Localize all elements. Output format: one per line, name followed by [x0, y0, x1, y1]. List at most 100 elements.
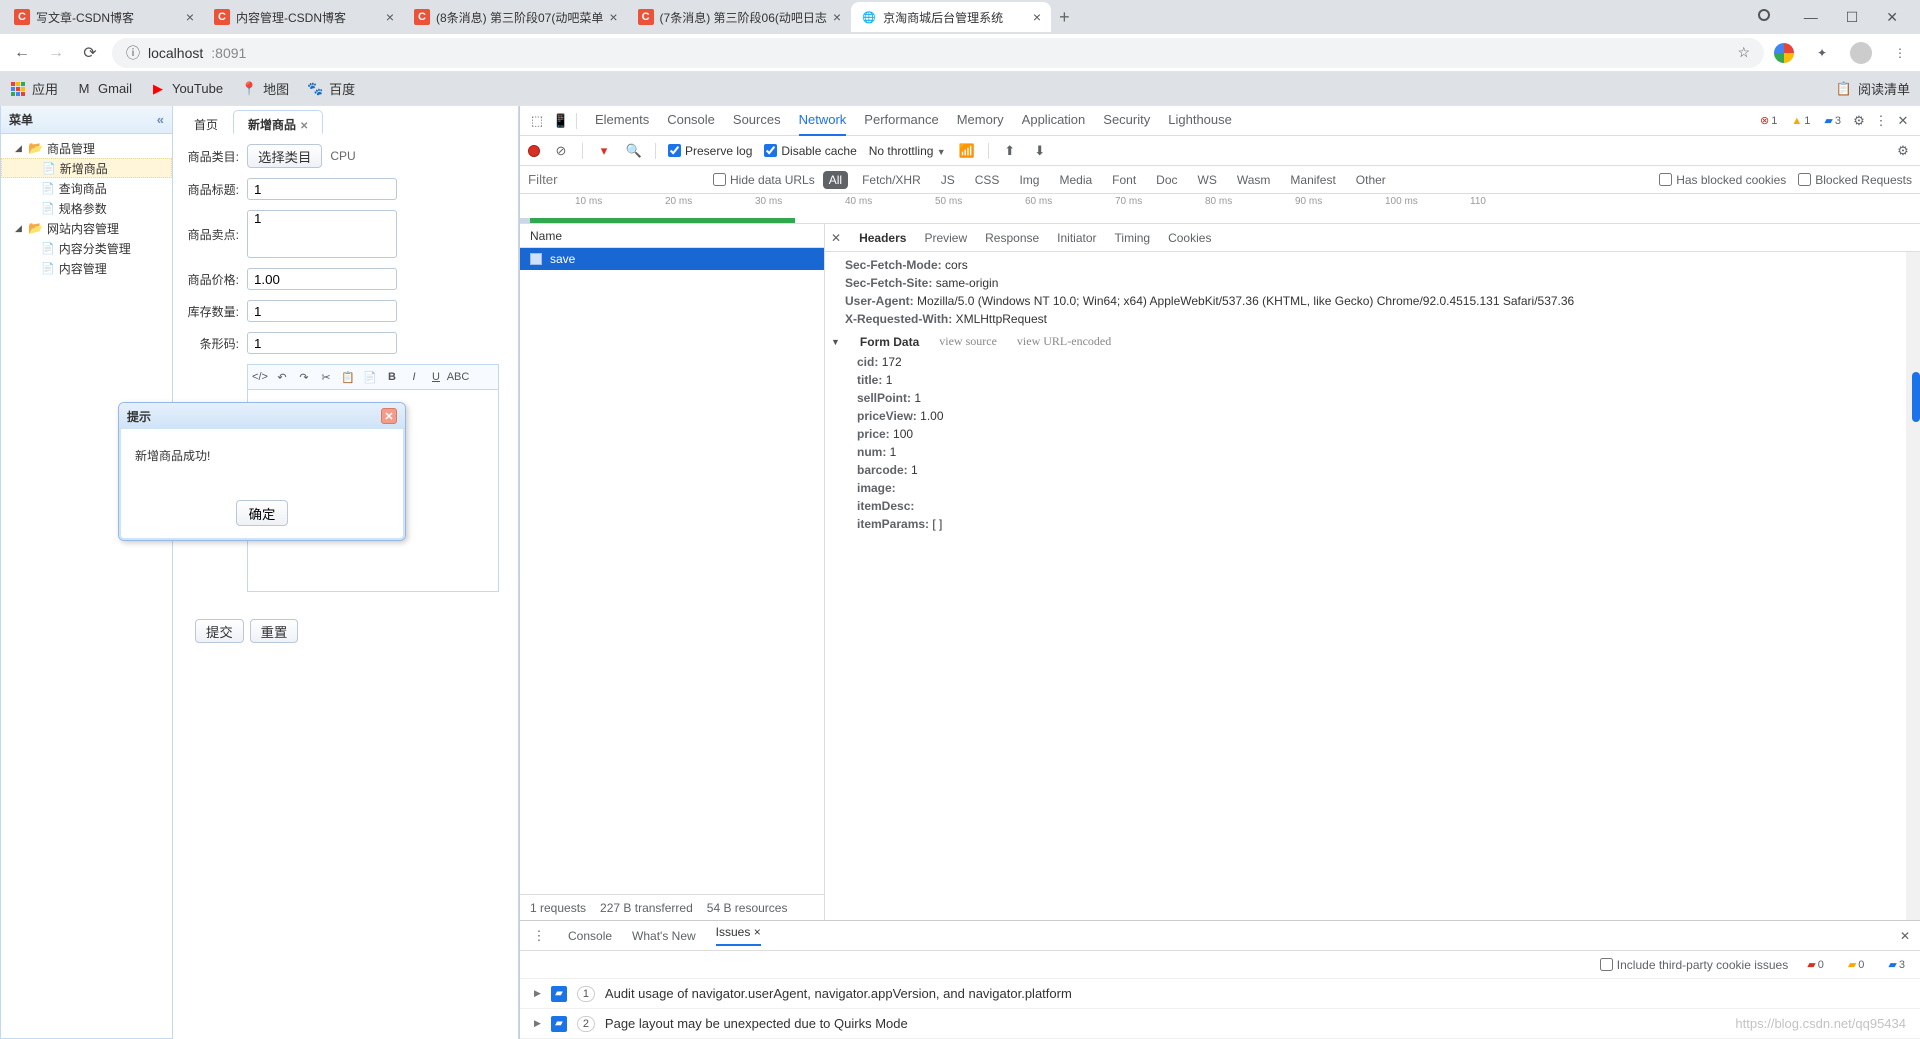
dialog-title-bar[interactable]: 提示 ✕ [119, 403, 405, 429]
bookmark-gmail[interactable]: MGmail [76, 81, 132, 97]
include-third-party-checkbox[interactable]: Include third-party cookie issues [1600, 958, 1788, 972]
browser-tab[interactable]: C(8条消息) 第三阶段07(动吧菜单× [404, 2, 628, 32]
close-icon[interactable]: × [754, 925, 761, 939]
devtools-tab-console[interactable]: Console [667, 105, 715, 136]
browser-tab-active[interactable]: 🌐京淘商城后台管理系统× [851, 2, 1051, 32]
network-settings-icon[interactable]: ⚙ [1894, 143, 1912, 159]
devtools-tab-security[interactable]: Security [1103, 105, 1150, 136]
dialog-ok-button[interactable]: 确定 [236, 500, 288, 526]
devtools-tab-sources[interactable]: Sources [733, 105, 781, 136]
detail-tab-timing[interactable]: Timing [1115, 231, 1151, 245]
tree-toggle-icon[interactable]: ◢ [15, 223, 24, 234]
sidebar-collapse-icon[interactable]: « [157, 112, 164, 127]
filter-type[interactable]: Manifest [1284, 171, 1341, 189]
preserve-log-checkbox[interactable]: Preserve log [668, 144, 752, 158]
title-input[interactable] [247, 178, 397, 200]
close-icon[interactable]: × [833, 9, 841, 25]
bookmark-baidu[interactable]: 🐾百度 [307, 79, 355, 98]
editor-copy-icon[interactable]: 📋 [338, 367, 358, 387]
devtools-tab-application[interactable]: Application [1022, 105, 1086, 136]
hide-data-urls-checkbox[interactable]: Hide data URLs [713, 173, 815, 187]
new-tab-button[interactable]: + [1051, 7, 1078, 28]
close-icon[interactable]: × [186, 9, 194, 25]
close-window-button[interactable]: ✕ [1886, 9, 1898, 26]
reading-list-button[interactable]: 📋阅读清单 [1836, 79, 1910, 98]
close-icon[interactable]: × [386, 9, 394, 25]
network-conditions-icon[interactable]: 📶 [958, 143, 976, 159]
detail-body[interactable]: Sec-Fetch-Mode: cors Sec-Fetch-Site: sam… [825, 252, 1920, 920]
detail-tab-headers[interactable]: Headers [859, 231, 906, 245]
devtools-tab-performance[interactable]: Performance [864, 105, 938, 136]
browser-tab[interactable]: C内容管理-CSDN博客× [204, 2, 404, 32]
stock-input[interactable] [247, 300, 397, 322]
address-bar[interactable]: ⓘ localhost:8091 ☆ [112, 38, 1764, 68]
browser-menu-button[interactable]: ⋮ [1890, 43, 1910, 63]
devtools-tab-elements[interactable]: Elements [595, 105, 649, 136]
editor-paste-icon[interactable]: 📄 [360, 367, 380, 387]
filter-toggle-icon[interactable]: ▾ [595, 143, 613, 159]
price-input[interactable] [247, 268, 397, 290]
issue-row[interactable]: ▶ ▰ 2 Page layout may be unexpected due … [520, 1009, 1920, 1039]
blocked-requests-checkbox[interactable]: Blocked Requests [1798, 173, 1912, 187]
forward-button[interactable]: → [44, 44, 68, 62]
editor-bold-icon[interactable]: B [382, 367, 402, 387]
devtools-close-icon[interactable]: ✕ [1894, 113, 1912, 129]
extension-icon[interactable] [1774, 43, 1794, 63]
filter-type[interactable]: Other [1350, 171, 1392, 189]
issue-row[interactable]: ▶ ▰ 1 Audit usage of navigator.userAgent… [520, 979, 1920, 1009]
bookmark-maps[interactable]: 📍地图 [241, 79, 289, 98]
editor-italic-icon[interactable]: I [404, 367, 424, 387]
browser-tab[interactable]: C(7条消息) 第三阶段06(动吧日志× [628, 2, 852, 32]
view-url-encoded-link[interactable]: view URL-encoded [1017, 334, 1111, 349]
filter-type[interactable]: JS [935, 171, 961, 189]
device-toggle-icon[interactable]: 📱 [552, 113, 570, 129]
select-category-button[interactable]: 选择类目 [247, 144, 322, 168]
export-icon[interactable]: ⬇ [1031, 143, 1049, 159]
tab-add-product[interactable]: 新增商品✕ [233, 110, 323, 134]
filter-input[interactable] [528, 172, 705, 187]
import-icon[interactable]: ⬆ [1001, 143, 1019, 159]
tree-toggle-icon[interactable]: ◢ [15, 143, 24, 154]
drawer-tab-whatsnew[interactable]: What's New [632, 929, 696, 943]
filter-type[interactable]: Wasm [1231, 171, 1277, 189]
filter-all[interactable]: All [823, 171, 848, 189]
submit-button[interactable]: 提交 [195, 619, 244, 643]
dialog-close-icon[interactable]: ✕ [381, 408, 397, 424]
tab-home[interactable]: 首页 [179, 110, 233, 134]
devtools-tab-memory[interactable]: Memory [957, 105, 1004, 136]
issues-badge[interactable]: ▰3 [1819, 113, 1846, 128]
reset-button[interactable]: 重置 [250, 619, 299, 643]
network-row-save[interactable]: save [520, 248, 824, 270]
sidebar-item-spec-params[interactable]: 📄规格参数 [1, 198, 172, 218]
view-source-link[interactable]: view source [939, 334, 997, 349]
network-timeline[interactable]: 10 ms 20 ms 30 ms 40 ms 50 ms 60 ms 70 m… [520, 194, 1920, 224]
drawer-tab-console[interactable]: Console [568, 929, 612, 943]
filter-type[interactable]: Doc [1150, 171, 1183, 189]
reload-button[interactable]: ⟳ [78, 43, 102, 63]
sidebar-item-add-product[interactable]: 📄新增商品 [1, 158, 172, 178]
sidebar-item-product-mgmt[interactable]: ◢📂商品管理 [1, 138, 172, 158]
filter-type[interactable]: Fetch/XHR [856, 171, 927, 189]
sidebar-item-content-mgmt[interactable]: ◢📂网站内容管理 [1, 218, 172, 238]
editor-source-icon[interactable]: </> [250, 367, 270, 387]
bookmark-youtube[interactable]: ▶YouTube [150, 81, 223, 97]
filter-type[interactable]: WS [1192, 171, 1223, 189]
extensions-button[interactable]: ✦ [1812, 43, 1832, 63]
detail-tab-initiator[interactable]: Initiator [1057, 231, 1096, 245]
detail-close-icon[interactable]: ✕ [831, 231, 841, 245]
editor-redo-icon[interactable]: ↷ [294, 367, 314, 387]
sidebar-item-content-cat[interactable]: 📄内容分类管理 [1, 238, 172, 258]
editor-cut-icon[interactable]: ✂ [316, 367, 336, 387]
detail-tab-preview[interactable]: Preview [924, 231, 967, 245]
scrollbar-thumb[interactable] [1912, 372, 1920, 422]
minimize-button[interactable]: — [1804, 9, 1818, 26]
bookmark-star-icon[interactable]: ☆ [1737, 44, 1750, 61]
filter-type[interactable]: Media [1053, 171, 1098, 189]
editor-strike-icon[interactable]: ABC [448, 367, 468, 387]
site-info-icon[interactable]: ⓘ [126, 43, 140, 63]
filter-type[interactable]: Font [1106, 171, 1142, 189]
bookmark-apps[interactable]: 应用 [10, 79, 58, 98]
record-button[interactable] [528, 145, 540, 157]
has-blocked-cookies-checkbox[interactable]: Has blocked cookies [1659, 173, 1786, 187]
close-icon[interactable]: ✕ [300, 121, 308, 132]
